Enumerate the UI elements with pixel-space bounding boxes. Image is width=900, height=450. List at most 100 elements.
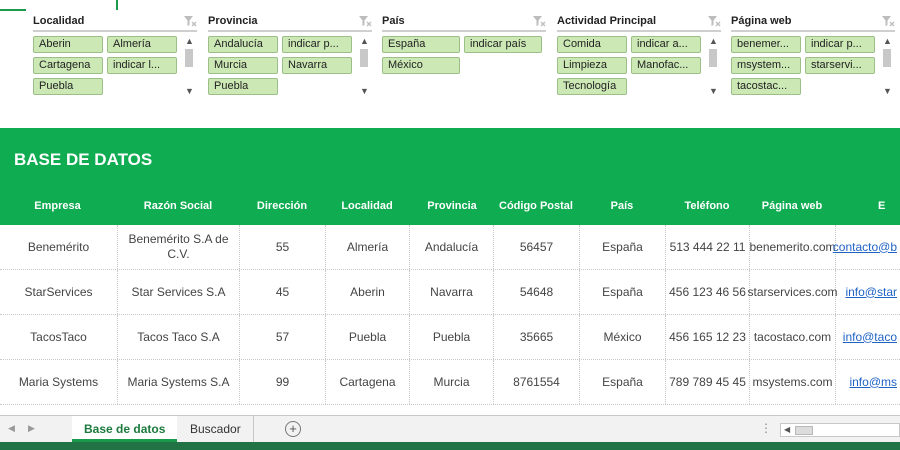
cell-localidad[interactable]: Cartagena [326, 360, 410, 404]
cell-telefono[interactable]: 456 123 46 56 [666, 270, 750, 314]
chevron-down-icon[interactable]: ▼ [709, 86, 718, 96]
scroll-thumb[interactable] [709, 49, 717, 67]
cell-razon-social[interactable]: Benemérito S.A de C.V. [118, 225, 240, 269]
clear-filter-icon[interactable] [707, 14, 721, 28]
slicer-item[interactable]: Aberin [33, 36, 103, 53]
chevron-up-icon[interactable]: ▲ [360, 36, 369, 46]
slicer-item[interactable]: Andalucía [208, 36, 278, 53]
column-header-provincia[interactable]: Provincia [410, 200, 494, 212]
cell-empresa[interactable]: Benemérito [0, 225, 118, 269]
column-header-pagina-web[interactable]: Página web [750, 200, 834, 212]
slicer-scrollbar[interactable]: ▲ ▼ [707, 36, 719, 96]
clear-filter-icon[interactable] [358, 14, 372, 28]
clear-filter-icon[interactable] [532, 14, 546, 28]
cell-pais[interactable]: España [580, 270, 666, 314]
slicer-item[interactable]: Cartagena [33, 57, 103, 74]
slicer-item[interactable]: Comida [557, 36, 627, 53]
slicer-item[interactable]: tacostac... [731, 78, 801, 95]
cell-pais[interactable]: España [580, 225, 666, 269]
column-header-empresa[interactable]: Empresa [0, 200, 115, 212]
cell-razon-social[interactable]: Maria Systems S.A [118, 360, 240, 404]
column-header-codigo-postal[interactable]: Código Postal [494, 200, 578, 212]
cell-pagina-web[interactable]: tacostaco.com [750, 315, 836, 359]
slicer-item[interactable]: España [382, 36, 460, 53]
cell-direccion[interactable]: 45 [240, 270, 326, 314]
scroll-thumb[interactable] [185, 49, 193, 67]
slicer-item[interactable]: Tecnología [557, 78, 627, 95]
cell-email-link[interactable]: info@star [836, 270, 900, 314]
cell-pais[interactable]: México [580, 315, 666, 359]
cell-email-link[interactable]: info@taco [836, 315, 900, 359]
scroll-left-icon[interactable]: ◀ [8, 423, 15, 434]
cell-pagina-web[interactable]: benemerito.com [749, 225, 836, 269]
chevron-down-icon[interactable]: ▼ [185, 86, 194, 96]
slicer-item[interactable]: indicar l... [107, 57, 177, 74]
cell-telefono[interactable]: 789 789 45 45 [666, 360, 750, 404]
slicer-item[interactable]: indicar a... [631, 36, 701, 53]
cell-localidad[interactable]: Puebla [326, 315, 410, 359]
scroll-thumb[interactable] [883, 49, 891, 67]
cell-codigo-postal[interactable]: 8761554 [494, 360, 580, 404]
cell-empresa[interactable]: Maria Systems [0, 360, 118, 404]
cell-direccion[interactable]: 99 [240, 360, 326, 404]
cell-pagina-web[interactable]: msystems.com [750, 360, 836, 404]
chevron-up-icon[interactable]: ▲ [185, 36, 194, 46]
column-header-razon-social[interactable]: Razón Social [118, 200, 238, 212]
chevron-down-icon[interactable]: ▼ [360, 86, 369, 96]
tab-buscador[interactable]: Buscador [178, 416, 254, 442]
slicer-item[interactable]: indicar p... [282, 36, 352, 53]
cell-codigo-postal[interactable]: 35665 [494, 315, 580, 359]
cell-codigo-postal[interactable]: 56457 [494, 225, 580, 269]
slicer-item[interactable]: msystem... [731, 57, 801, 74]
slicer-item[interactable]: benemer... [731, 36, 801, 53]
chevron-up-icon[interactable]: ▲ [709, 36, 718, 46]
clear-filter-icon[interactable] [881, 14, 895, 28]
cell-localidad[interactable]: Aberin [326, 270, 410, 314]
slicer-item[interactable]: Almería [107, 36, 177, 53]
cell-empresa[interactable]: StarServices [0, 270, 118, 314]
slicer-item[interactable]: Manofac... [631, 57, 701, 74]
cell-razon-social[interactable]: Tacos Taco S.A [118, 315, 240, 359]
cell-email-link[interactable]: info@ms [836, 360, 900, 404]
more-options-icon[interactable]: ⋮ [760, 421, 772, 435]
slicer-scrollbar[interactable]: ▲ ▼ [358, 36, 370, 96]
scroll-left-icon[interactable]: ◀ [784, 425, 790, 434]
cell-pagina-web[interactable]: starservices.com [747, 270, 838, 314]
cell-direccion[interactable]: 57 [240, 315, 326, 359]
cell-provincia[interactable]: Andalucía [410, 225, 494, 269]
horizontal-scrollbar[interactable]: ◀ [780, 423, 900, 437]
slicer-scrollbar[interactable]: ▲ ▼ [183, 36, 195, 96]
column-header-direccion[interactable]: Dirección [240, 200, 324, 212]
slicer-item[interactable]: Limpieza [557, 57, 627, 74]
tab-base-de-datos[interactable]: Base de datos [72, 416, 178, 442]
slicer-item[interactable]: indicar p... [805, 36, 875, 53]
slicer-item[interactable]: Murcia [208, 57, 278, 74]
cell-provincia[interactable]: Navarra [410, 270, 494, 314]
cell-razon-social[interactable]: Star Services S.A [118, 270, 240, 314]
add-sheet-icon[interactable]: + [285, 421, 301, 437]
slicer-item[interactable]: starservi... [805, 57, 875, 74]
cell-empresa[interactable]: TacosTaco [0, 315, 118, 359]
slicer-item[interactable]: Puebla [33, 78, 103, 95]
slicer-item[interactable]: Puebla [208, 78, 278, 95]
column-header-pais[interactable]: País [580, 200, 664, 212]
cell-telefono[interactable]: 456 165 12 23 [666, 315, 750, 359]
slicer-scrollbar[interactable]: ▲ ▼ [881, 36, 893, 96]
chevron-up-icon[interactable]: ▲ [883, 36, 892, 46]
cell-email-link[interactable]: contacto@b [833, 225, 900, 269]
cell-pais[interactable]: España [580, 360, 666, 404]
scroll-thumb[interactable] [360, 49, 368, 67]
column-header-telefono[interactable]: Teléfono [666, 200, 748, 212]
scroll-thumb[interactable] [795, 426, 813, 435]
cell-provincia[interactable]: Puebla [410, 315, 494, 359]
column-header-email[interactable]: E [878, 200, 900, 212]
cell-codigo-postal[interactable]: 54648 [494, 270, 580, 314]
cell-direccion[interactable]: 55 [240, 225, 326, 269]
cell-localidad[interactable]: Almería [326, 225, 410, 269]
slicer-item[interactable]: indicar país [464, 36, 542, 53]
slicer-item[interactable]: Navarra [282, 57, 352, 74]
clear-filter-icon[interactable] [183, 14, 197, 28]
column-header-localidad[interactable]: Localidad [326, 200, 408, 212]
scroll-right-icon[interactable]: ▶ [28, 423, 35, 434]
cell-provincia[interactable]: Murcia [410, 360, 494, 404]
